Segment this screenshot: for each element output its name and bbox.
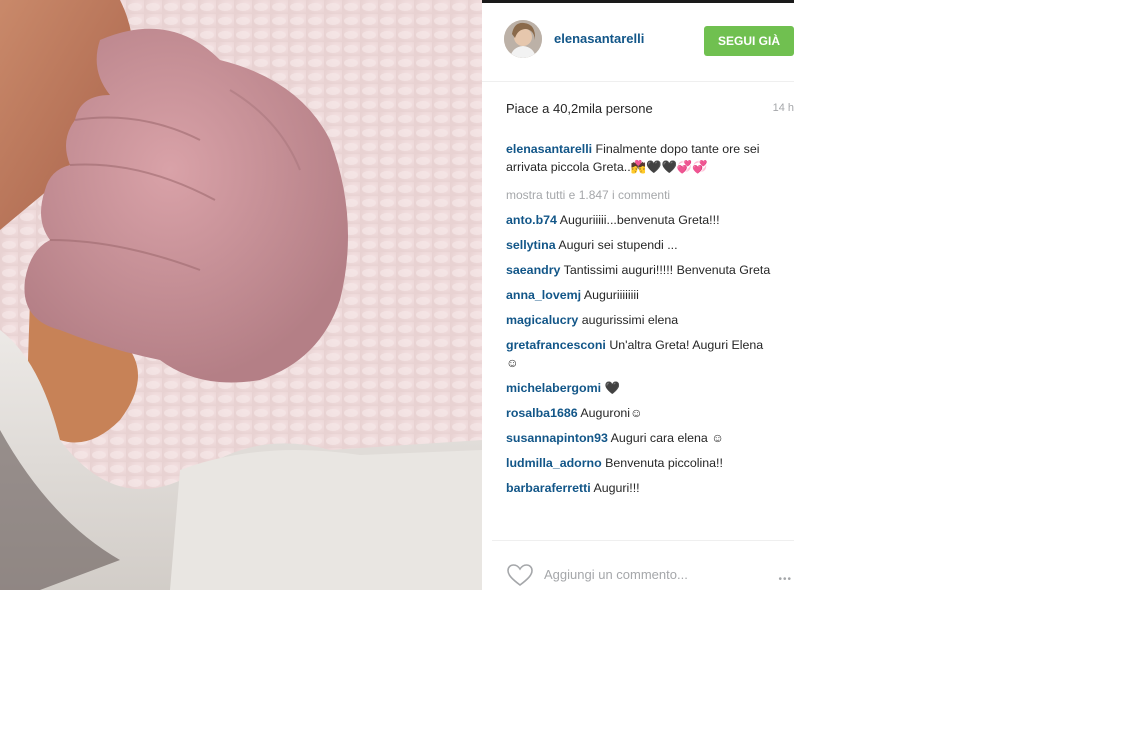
baby-hand-photo (0, 0, 482, 590)
username-link[interactable]: elenasantarelli (554, 31, 644, 46)
comment-username[interactable]: susannapinton93 (506, 431, 608, 445)
post-details-panel: elenasantarelli SEGUI GIÀ Piace a 40,2mi… (482, 3, 794, 590)
comment-item: gretafrancesconi Un'altra Greta! Auguri … (506, 336, 776, 372)
comment-text: augurissimi elena (581, 313, 679, 327)
comment-username[interactable]: sellytina (506, 238, 556, 252)
comment-text: Auguriiiiiiii (583, 288, 639, 302)
comment-username[interactable]: gretafrancesconi (506, 338, 606, 352)
comment-username[interactable]: anna_lovemj (506, 288, 581, 302)
comment-text: Auguroni☺ (580, 406, 643, 420)
comment-item: rosalba1686 Auguroni☺ (506, 404, 776, 422)
comment-username[interactable]: ludmilla_adorno (506, 456, 602, 470)
comment-item: magicalucry augurissimi elena (506, 311, 776, 329)
comment-text: Tantissimi auguri!!!!! Benvenuta Greta (563, 263, 771, 277)
post-time[interactable]: 14 h (773, 102, 794, 114)
comment-username[interactable]: anto.b74 (506, 213, 557, 227)
comment-item: sellytina Auguri sei stupendi ... (506, 236, 776, 254)
comment-username[interactable]: saeandry (506, 263, 560, 277)
avatar[interactable] (504, 20, 542, 58)
comment-text: Auguri cara elena ☺ (610, 431, 724, 445)
post-header: elenasantarelli SEGUI GIÀ (482, 3, 794, 82)
comment-list: anto.b74 Auguriiiii...benvenuta Greta!!!… (506, 211, 776, 497)
comment-item: ludmilla_adorno Benvenuta piccolina!! (506, 454, 776, 472)
comment-text: Auguriiiii...benvenuta Greta!!! (559, 213, 720, 227)
comment-item: saeandry Tantissimi auguri!!!!! Benvenut… (506, 261, 776, 279)
comment-item: michelabergomi 🖤 (506, 379, 776, 397)
comment-item: anna_lovemj Auguriiiiiiii (506, 286, 776, 304)
add-comment-input[interactable]: Aggiungi un commento... (544, 567, 688, 582)
comment-text: Auguri!!! (593, 481, 640, 495)
likes-count[interactable]: Piace a 40,2mila persone (506, 101, 653, 116)
comment-text: Benvenuta piccolina!! (605, 456, 723, 470)
avatar-image (504, 20, 542, 58)
following-button[interactable]: SEGUI GIÀ (704, 26, 794, 56)
comment-username[interactable]: michelabergomi (506, 381, 601, 395)
comment-username[interactable]: rosalba1686 (506, 406, 578, 420)
more-options-icon[interactable]: ••• (778, 574, 792, 585)
heart-icon[interactable] (506, 563, 534, 592)
comment-item: barbaraferretti Auguri!!! (506, 479, 776, 497)
comment-text: 🖤 (604, 381, 620, 395)
view-all-comments-link[interactable]: mostra tutti e 1.847 i commenti (506, 186, 776, 204)
comment-text: Auguri sei stupendi ... (558, 238, 678, 252)
comment-username[interactable]: magicalucry (506, 313, 578, 327)
post-footer: Aggiungi un commento... ••• (492, 540, 794, 591)
comment-item: susannapinton93 Auguri cara elena ☺ (506, 429, 776, 447)
comment-item: anto.b74 Auguriiiii...benvenuta Greta!!! (506, 211, 776, 229)
comments-section: elenasantarelli Finalmente dopo tante or… (506, 140, 776, 504)
post-photo[interactable] (0, 0, 482, 590)
comment-username[interactable]: barbaraferretti (506, 481, 591, 495)
post-caption: elenasantarelli Finalmente dopo tante or… (506, 140, 776, 176)
caption-username[interactable]: elenasantarelli (506, 142, 592, 156)
